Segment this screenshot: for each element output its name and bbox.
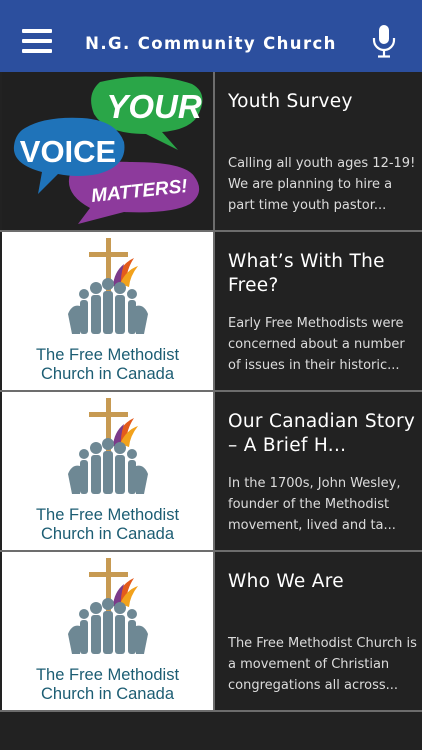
- bubble-text-voice: VOICE: [20, 134, 116, 169]
- item-description: In the 1700s, John Wesley, founder of th…: [228, 476, 401, 533]
- youth-survey-image: YOUR MATTERS! VOICE: [2, 72, 213, 230]
- free-methodist-logo: The Free Methodist Church in Canada: [2, 552, 213, 710]
- microphone-icon[interactable]: [371, 24, 397, 58]
- article-list: YOUR MATTERS! VOICE Youth Survey Calling…: [0, 72, 422, 712]
- logo-line-1: The Free Methodist: [35, 346, 180, 364]
- item-description: Calling all youth ages 12-19! We are pla…: [228, 156, 416, 213]
- free-methodist-logo: The Free Methodist Church in Canada: [2, 232, 213, 390]
- menu-bar: [22, 39, 52, 43]
- item-title: Our Canadian Story – A Brief H...: [228, 411, 416, 456]
- menu-bar: [22, 49, 52, 53]
- hamburger-menu-icon[interactable]: [22, 29, 52, 53]
- item-title: Youth Survey: [228, 91, 353, 112]
- item-title: What’s With The Free?: [228, 251, 385, 296]
- logo-line-2: Church in Canada: [41, 685, 174, 703]
- item-description: The Free Methodist Church is a movement …: [228, 636, 417, 693]
- list-item[interactable]: YOUR MATTERS! VOICE Youth Survey Calling…: [0, 72, 422, 232]
- item-description: Early Free Methodists were concerned abo…: [228, 316, 405, 373]
- row-divider: [213, 552, 215, 710]
- logo-line-2: Church in Canada: [41, 365, 174, 383]
- row-divider: [213, 72, 215, 230]
- app-header: N.G. Community Church: [0, 0, 422, 72]
- logo-line-1: The Free Methodist: [35, 506, 180, 524]
- logo-line-1: The Free Methodist: [35, 666, 180, 684]
- list-item[interactable]: The Free Methodist Church in Canada What…: [0, 232, 422, 392]
- row-divider: [213, 392, 215, 550]
- list-item[interactable]: The Free Methodist Church in Canada Who …: [0, 552, 422, 712]
- page-title: N.G. Community Church: [85, 34, 337, 53]
- row-divider: [213, 232, 215, 390]
- item-title: Who We Are: [228, 571, 344, 592]
- free-methodist-logo: The Free Methodist Church in Canada: [2, 392, 213, 550]
- logo-line-2: Church in Canada: [41, 525, 174, 543]
- menu-bar: [22, 29, 52, 33]
- bubble-text-your: YOUR: [106, 88, 202, 125]
- list-item[interactable]: The Free Methodist Church in Canada Our …: [0, 392, 422, 552]
